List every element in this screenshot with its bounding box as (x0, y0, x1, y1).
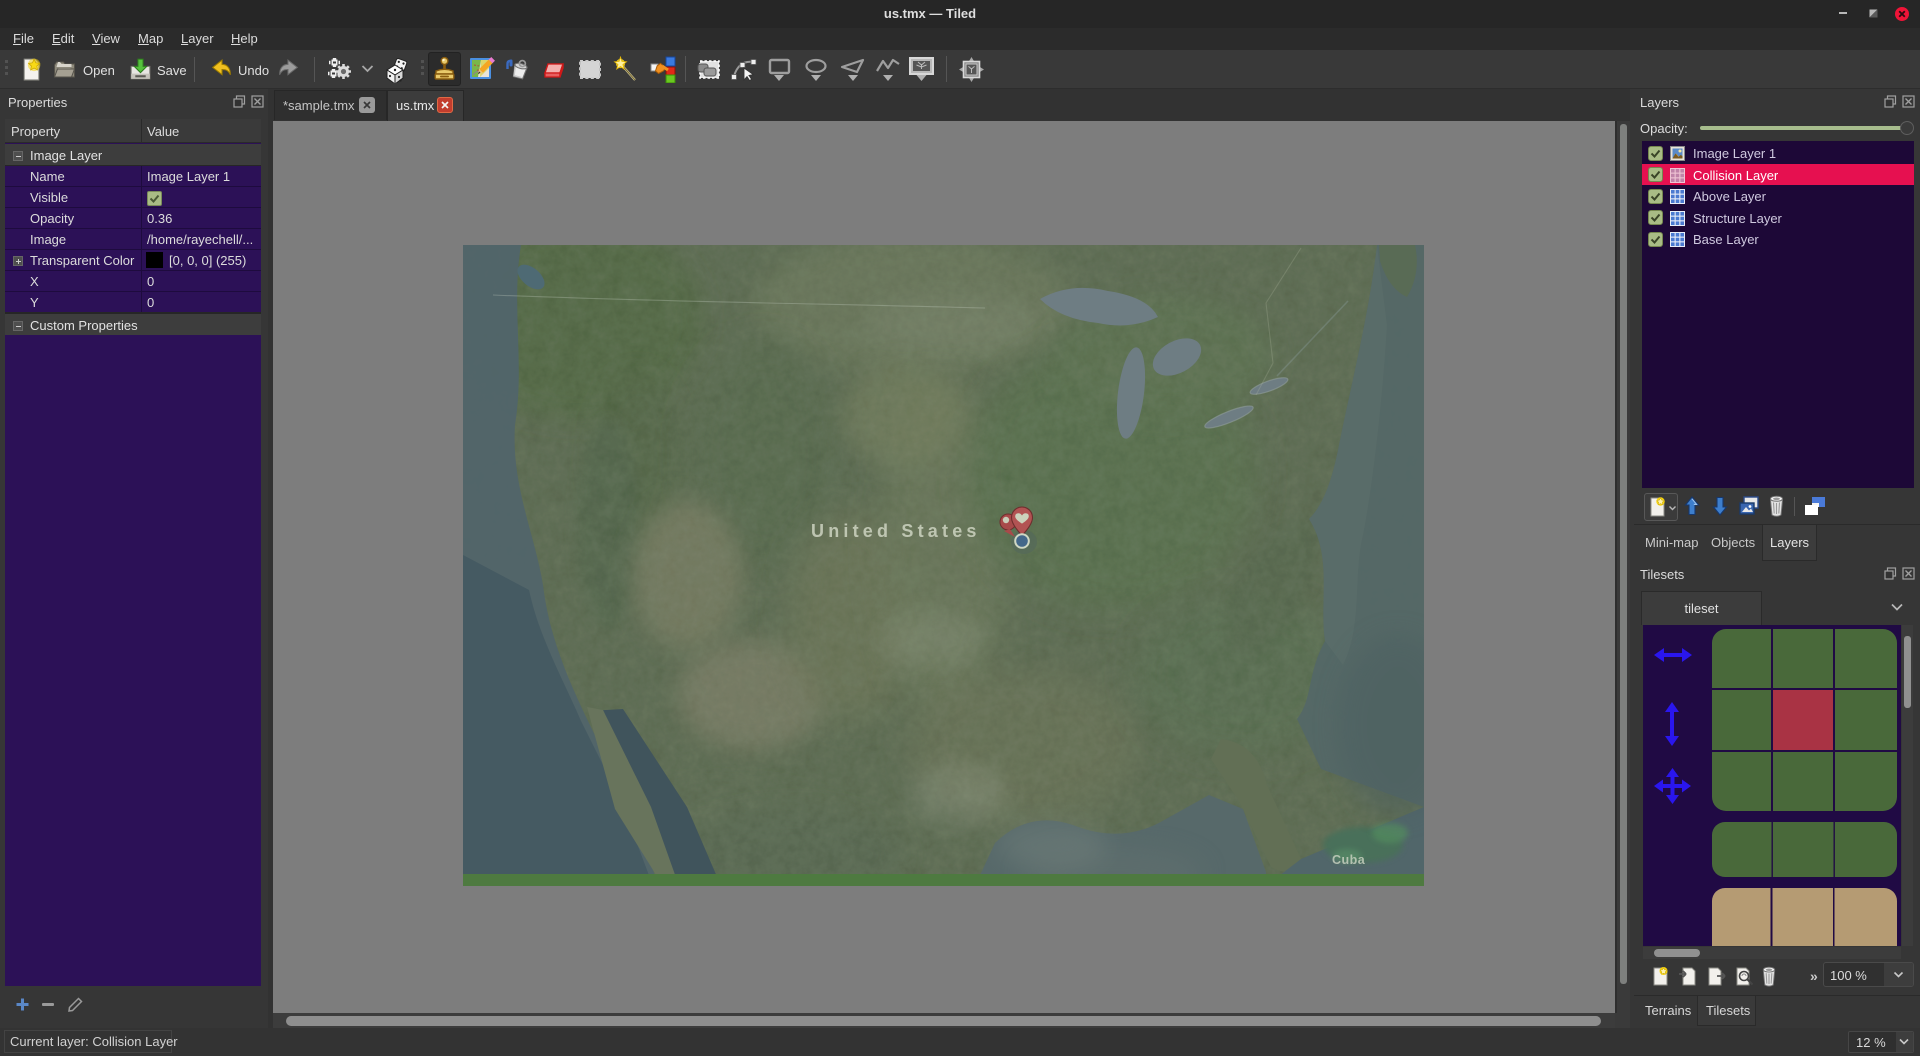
svg-text:United States: United States (811, 521, 981, 541)
svg-text:Cuba: Cuba (1332, 853, 1366, 867)
